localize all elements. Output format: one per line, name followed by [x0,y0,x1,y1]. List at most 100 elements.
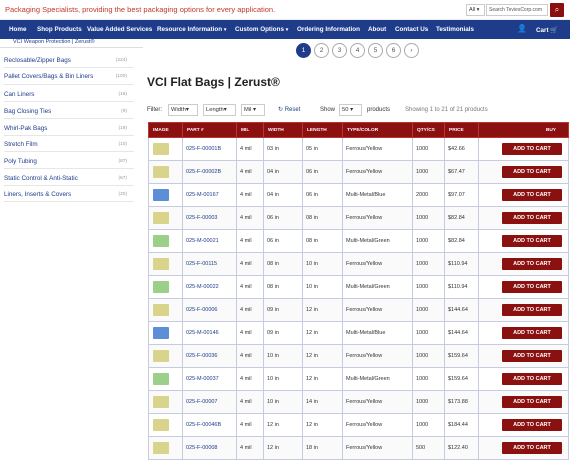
add-to-cart-button[interactable]: ADD TO CART [502,350,562,362]
product-thumbnail[interactable] [153,373,169,385]
part-number-link[interactable]: 025-M-00167 [182,183,237,207]
nav-about[interactable]: About [368,26,386,33]
nav-value-added-services[interactable]: Value Added Services [87,26,152,33]
col-type[interactable]: TYPE/COLOR [342,122,413,138]
product-thumbnail[interactable] [153,143,169,155]
product-thumbnail[interactable] [153,350,169,362]
product-thumbnail[interactable] [153,235,169,247]
add-to-cart-button[interactable]: ADD TO CART [502,419,562,431]
sidebar-item[interactable]: Pallet Covers/Bags & Bin Liners (100) [4,73,130,80]
reset-link[interactable]: ↻ Reset [278,106,300,113]
price-cell: $42.66 [444,137,479,161]
add-to-cart-button[interactable]: ADD TO CART [502,281,562,293]
page-5[interactable]: 5 [368,43,383,58]
width-cell: 09 in [263,298,303,322]
part-number-link[interactable]: 025-F-00006 [182,298,237,322]
reset-icon: ↻ [278,107,284,113]
type-color-cell: Ferrous/Yellow [342,390,413,414]
part-number-link[interactable]: 025-F-00007 [182,390,237,414]
product-thumbnail[interactable] [153,304,169,316]
product-thumbnail[interactable] [153,419,169,431]
page-1[interactable]: 1 [296,43,311,58]
product-thumbnail[interactable] [153,212,169,224]
add-to-cart-button[interactable]: ADD TO CART [502,373,562,385]
reset-label: Reset [284,107,301,113]
col-width[interactable]: WIDTH [263,122,303,138]
part-number-link[interactable]: 025-F-00001B [182,137,237,161]
category-select[interactable]: All ▾ [466,4,485,16]
col-length[interactable]: LENGTH [302,122,343,138]
product-thumbnail[interactable] [153,327,169,339]
sidebar-item[interactable]: Bag Closing Ties (9) [4,108,130,115]
sidebar-item-count: (87) [118,159,127,164]
nav-resource-information[interactable]: Resource Information ▾ [157,26,226,33]
nav-home[interactable]: Home [9,26,27,33]
sidebar-item[interactable]: Liners, Inserts & Covers (20) [4,191,130,198]
page-6[interactable]: 6 [386,43,401,58]
page-4[interactable]: 4 [350,43,365,58]
sidebar-item[interactable]: Can Liners (16) [4,91,130,98]
product-thumbnail[interactable] [153,442,169,454]
add-to-cart-button[interactable]: ADD TO CART [502,235,562,247]
col-qty[interactable]: QTY/CS [412,122,445,138]
breadcrumb[interactable]: VCI Weapon Protection | Zerust® [0,39,143,48]
part-number-link[interactable]: 025-F-00115 [182,252,237,276]
length-cell: 05 in [302,137,343,161]
price-cell: $122.40 [444,436,479,460]
nav-ordering-information[interactable]: Ordering Information [297,26,360,33]
col-price[interactable]: PRICE [444,122,479,138]
part-number-link[interactable]: 025-F-00003 [182,206,237,230]
part-number-link[interactable]: 025-M-00037 [182,367,237,391]
show-count-select[interactable]: 50 ▾ [339,104,362,116]
page-2[interactable]: 2 [314,43,329,58]
product-thumbnail[interactable] [153,396,169,408]
user-icon[interactable]: 👤 [517,24,527,33]
sidebar-item[interactable]: Reclosable/Zipper Bags (224) [4,57,130,64]
search-input[interactable]: Search TeviesCorp.com [486,4,548,16]
part-number-link[interactable]: 025-F-00046B [182,413,237,437]
product-thumbnail[interactable] [153,166,169,178]
add-to-cart-button[interactable]: ADD TO CART [502,258,562,270]
nav-contact-us[interactable]: Contact Us [395,26,428,33]
part-number-link[interactable]: 025-M-00021 [182,229,237,253]
product-thumbnail[interactable] [153,189,169,201]
sidebar-item[interactable]: Static Control & Anti-Static (67) [4,175,130,182]
nav-custom-options[interactable]: Custom Options ▾ [235,26,288,33]
add-to-cart-button[interactable]: ADD TO CART [502,212,562,224]
add-to-cart-button[interactable]: ADD TO CART [502,166,562,178]
add-to-cart-button[interactable]: ADD TO CART [502,143,562,155]
type-color-cell: Ferrous/Yellow [342,137,413,161]
nav-cart[interactable]: Cart 🛒 [536,26,558,34]
product-thumbnail[interactable] [153,258,169,270]
add-to-cart-button[interactable]: ADD TO CART [502,189,562,201]
part-number-link[interactable]: 025-F-00002B [182,160,237,184]
product-thumbnail[interactable] [153,281,169,293]
add-to-cart-button[interactable]: ADD TO CART [502,327,562,339]
part-number-link[interactable]: 025-F-00008 [182,436,237,460]
col-mil[interactable]: MIL [236,122,264,138]
search-button[interactable]: ⌕ [550,3,564,17]
buy-cell: ADD TO CART [478,436,569,460]
col-part[interactable]: PART # [182,122,237,138]
width-select[interactable]: Width▾ [168,104,198,116]
mil-cell: 4 mil [236,413,264,437]
next-page-button[interactable]: › [404,43,419,58]
part-number-link[interactable]: 025-F-00036 [182,344,237,368]
add-to-cart-button[interactable]: ADD TO CART [502,396,562,408]
part-number-link[interactable]: 025-M-00022 [182,275,237,299]
nav-shop-products[interactable]: Shop Products [37,26,82,33]
table-row: 025-F-00003 4 mil 06 in 08 in Ferrous/Yellow… [148,206,569,230]
sidebar-item[interactable]: Poly Tubing (87) [4,158,130,165]
table-row: 025-F-00036 4 mil 10 in 12 in Ferrous/Yellow… [148,344,569,368]
page-3[interactable]: 3 [332,43,347,58]
mil-select-value: Mil [244,107,252,113]
sidebar-item-count: (67) [118,176,127,181]
part-number-link[interactable]: 025-M-00146 [182,321,237,345]
nav-testimonials[interactable]: Testimonials [436,26,474,33]
add-to-cart-button[interactable]: ADD TO CART [502,304,562,316]
mil-select[interactable]: Mil ▾ [241,104,265,116]
add-to-cart-button[interactable]: ADD TO CART [502,442,562,454]
length-select[interactable]: Length▾ [203,104,236,116]
sidebar-item[interactable]: Stretch Film (10) [4,141,130,148]
sidebar-item[interactable]: Whirl-Pak Bags (19) [4,125,130,132]
